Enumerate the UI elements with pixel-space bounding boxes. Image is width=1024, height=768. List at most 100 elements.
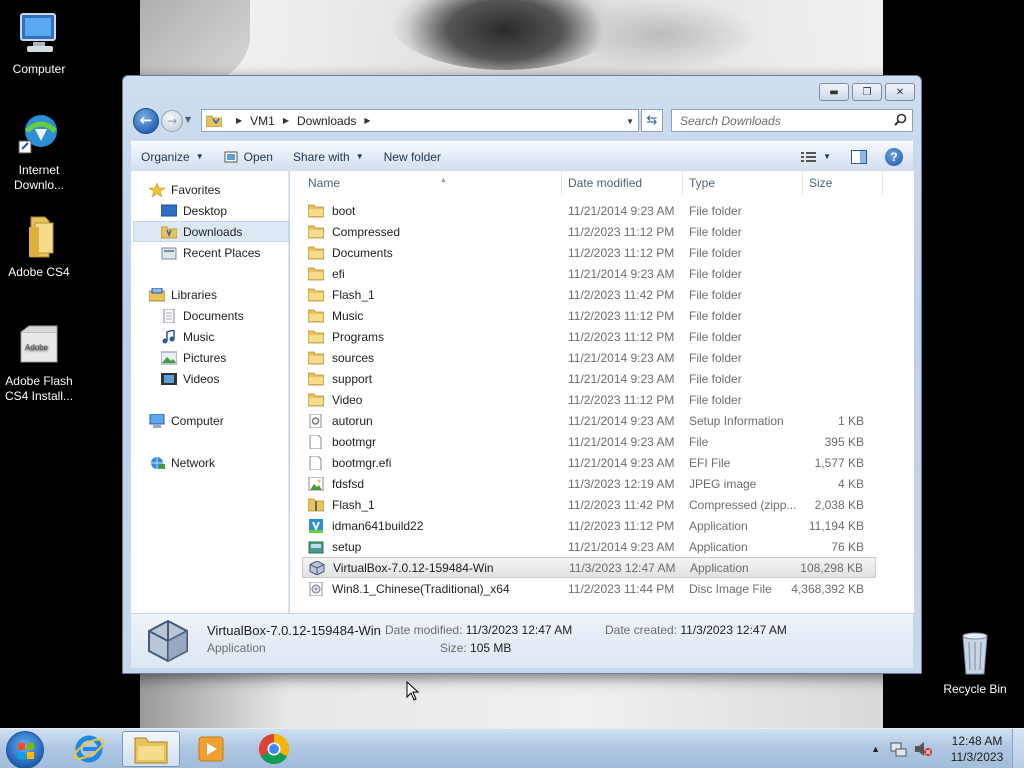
nav-downloads[interactable]: Downloads xyxy=(133,221,289,242)
taskbar-chrome[interactable] xyxy=(245,731,303,767)
file-row[interactable]: Flash_1 11/2/2023 11:42 PM File folder xyxy=(302,284,876,305)
nav-videos[interactable]: Videos xyxy=(161,369,219,389)
nav-desktop[interactable]: Desktop xyxy=(161,201,227,221)
file-date-modified: 11/2/2023 11:12 PM xyxy=(568,245,675,260)
nav-network[interactable]: Network xyxy=(149,453,215,473)
clock[interactable]: 12:48 AM 11/3/2023 xyxy=(942,733,1012,765)
file-date-modified: 11/3/2023 12:19 AM xyxy=(568,476,675,491)
nav-downloads-label: Downloads xyxy=(183,224,243,239)
recycle-bin-icon xyxy=(951,630,999,678)
file-row[interactable]: setup 11/21/2014 9:23 AM Application 76 KB xyxy=(302,536,876,557)
taskbar-media-player[interactable] xyxy=(182,731,240,767)
desktop-icon-computer[interactable]: Computer xyxy=(0,10,78,77)
file-name: fdsfsd xyxy=(332,476,365,491)
file-date-modified: 11/21/2014 9:23 AM xyxy=(568,371,675,386)
file-row[interactable]: idman641build22 11/2/2023 11:12 PM Applica… xyxy=(302,515,876,536)
file-row[interactable]: Programs 11/2/2023 11:12 PM File folder xyxy=(302,326,876,347)
file-row[interactable]: Music 11/2/2023 11:12 PM File folder xyxy=(302,305,876,326)
forward-button[interactable]: → xyxy=(161,110,183,132)
nav-pictures[interactable]: Pictures xyxy=(161,348,226,368)
file-row[interactable]: Documents 11/2/2023 11:12 PM File folder xyxy=(302,242,876,263)
column-header-size[interactable]: Size xyxy=(803,171,883,195)
share-with-button[interactable]: Share with ▼ xyxy=(283,142,374,171)
minimize-button[interactable]: ▬ xyxy=(819,83,849,101)
folder-icon xyxy=(308,393,324,406)
file-row[interactable]: bootmgr 11/21/2014 9:23 AM File 395 KB xyxy=(302,431,876,452)
volume-muted-icon[interactable] xyxy=(914,741,932,757)
open-button[interactable]: Open xyxy=(214,142,283,171)
desktop-icon-label: Adobe CS4 xyxy=(8,265,70,279)
computer-icon xyxy=(149,414,165,428)
nav-documents[interactable]: Documents xyxy=(161,306,244,326)
file-type: File folder xyxy=(689,329,742,344)
address-bar[interactable]: ▶ VM1 ▶ Downloads ▶ ▼ xyxy=(201,109,639,132)
file-row[interactable]: Video 11/2/2023 11:12 PM File folder xyxy=(302,389,876,410)
maximize-button[interactable]: ❐ xyxy=(852,83,882,101)
column-header-type[interactable]: Type xyxy=(683,171,803,195)
taskbar-internet-explorer[interactable] xyxy=(60,731,118,767)
show-hidden-icons-icon[interactable]: ▲ xyxy=(871,744,880,754)
show-desktop-button[interactable] xyxy=(1012,729,1024,768)
search-input[interactable]: Search Downloads xyxy=(671,109,913,132)
file-row[interactable]: Win8.1_Chinese(Traditional)_x64 11/2/2023… xyxy=(302,578,876,599)
breadcrumb-downloads[interactable]: Downloads xyxy=(297,114,356,128)
address-history-dropdown[interactable]: ▼ xyxy=(626,117,634,126)
file-date-modified: 11/2/2023 11:12 PM xyxy=(568,518,675,533)
recent-pages-dropdown[interactable]: ▼ xyxy=(185,115,191,124)
desktop-icon xyxy=(161,204,177,217)
file-row[interactable]: fdsfsd 11/3/2023 12:19 AM JPEG image 4 KB xyxy=(302,473,876,494)
file-row[interactable]: efi 11/21/2014 9:23 AM File folder xyxy=(302,263,876,284)
file-row[interactable]: autorun 11/21/2014 9:23 AM Setup Informati… xyxy=(302,410,876,431)
back-button[interactable]: ← xyxy=(133,108,159,134)
file-row[interactable]: sources 11/21/2014 9:23 AM File folder xyxy=(302,347,876,368)
chevron-right-icon[interactable]: ▶ xyxy=(283,116,289,125)
file-row[interactable]: support 11/21/2014 9:23 AM File folder xyxy=(302,368,876,389)
taskbar-windows-explorer[interactable] xyxy=(122,731,180,767)
file-row[interactable]: bootmgr.efi 11/21/2014 9:23 AM EFI File 1,5… xyxy=(302,452,876,473)
refresh-button[interactable]: ⇆ xyxy=(641,109,663,132)
nav-music[interactable]: Music xyxy=(161,327,214,347)
network-status-icon[interactable] xyxy=(890,741,908,757)
desktop-icon-idm[interactable]: Internet Downlo... xyxy=(0,111,78,193)
start-button[interactable] xyxy=(6,731,44,768)
chevron-right-icon[interactable]: ▶ xyxy=(236,116,242,125)
preview-pane-button[interactable] xyxy=(841,142,877,171)
nav-computer[interactable]: Computer xyxy=(149,411,224,431)
installer-box-icon: Adobe xyxy=(15,322,63,370)
search-icon xyxy=(894,113,907,126)
organize-button[interactable]: Organize ▼ xyxy=(131,142,214,171)
file-type: Application xyxy=(690,560,749,575)
desktop-icon-adobe-flash-installer[interactable]: Adobe Adobe Flash CS4 Install... xyxy=(0,322,78,404)
desktop-icon-adobe-cs4[interactable]: Adobe CS4 xyxy=(0,213,78,280)
setup-app-icon xyxy=(308,541,324,553)
new-folder-label: New folder xyxy=(383,149,441,164)
desktop-icon-label: Computer xyxy=(12,62,66,76)
virtualbox-icon xyxy=(309,560,325,575)
file-name: boot xyxy=(332,203,356,218)
desktop-icon-recycle-bin[interactable]: Recycle Bin xyxy=(936,630,1014,697)
view-options-button[interactable]: ▼ xyxy=(791,142,841,171)
chevron-right-icon[interactable]: ▶ xyxy=(364,116,370,125)
folder-icon xyxy=(206,115,222,127)
file-size: 76 KB xyxy=(831,539,864,554)
file-row[interactable]: boot 11/21/2014 9:23 AM File folder xyxy=(302,200,876,221)
file-row[interactable]: VirtualBox-7.0.12-159484-Win 11/3/2023 12… xyxy=(302,557,876,578)
nav-favorites[interactable]: Favorites xyxy=(149,180,220,200)
close-button[interactable]: ✕ xyxy=(885,83,915,101)
file-type: File folder xyxy=(689,350,742,365)
help-icon[interactable]: ? xyxy=(885,147,903,166)
details-file-type: Application xyxy=(207,641,266,655)
column-header-name[interactable]: Name ▲ xyxy=(302,171,562,195)
breadcrumb-vm1[interactable]: VM1 xyxy=(250,114,275,128)
nav-libraries-label: Libraries xyxy=(171,288,218,302)
file-row[interactable]: Flash_1 11/2/2023 11:42 PM Compressed (zip… xyxy=(302,494,876,515)
column-type-label: Type xyxy=(689,176,716,190)
music-icon xyxy=(162,330,175,344)
zip-icon xyxy=(308,498,324,511)
nav-libraries[interactable]: Libraries xyxy=(149,285,217,305)
file-row[interactable]: Compressed 11/2/2023 11:12 PM File folder xyxy=(302,221,876,242)
date-created-label: Date created: xyxy=(605,623,678,637)
nav-recent-places[interactable]: Recent Places xyxy=(161,243,260,263)
new-folder-button[interactable]: New folder xyxy=(374,142,451,171)
column-header-date[interactable]: Date modified xyxy=(562,171,683,195)
